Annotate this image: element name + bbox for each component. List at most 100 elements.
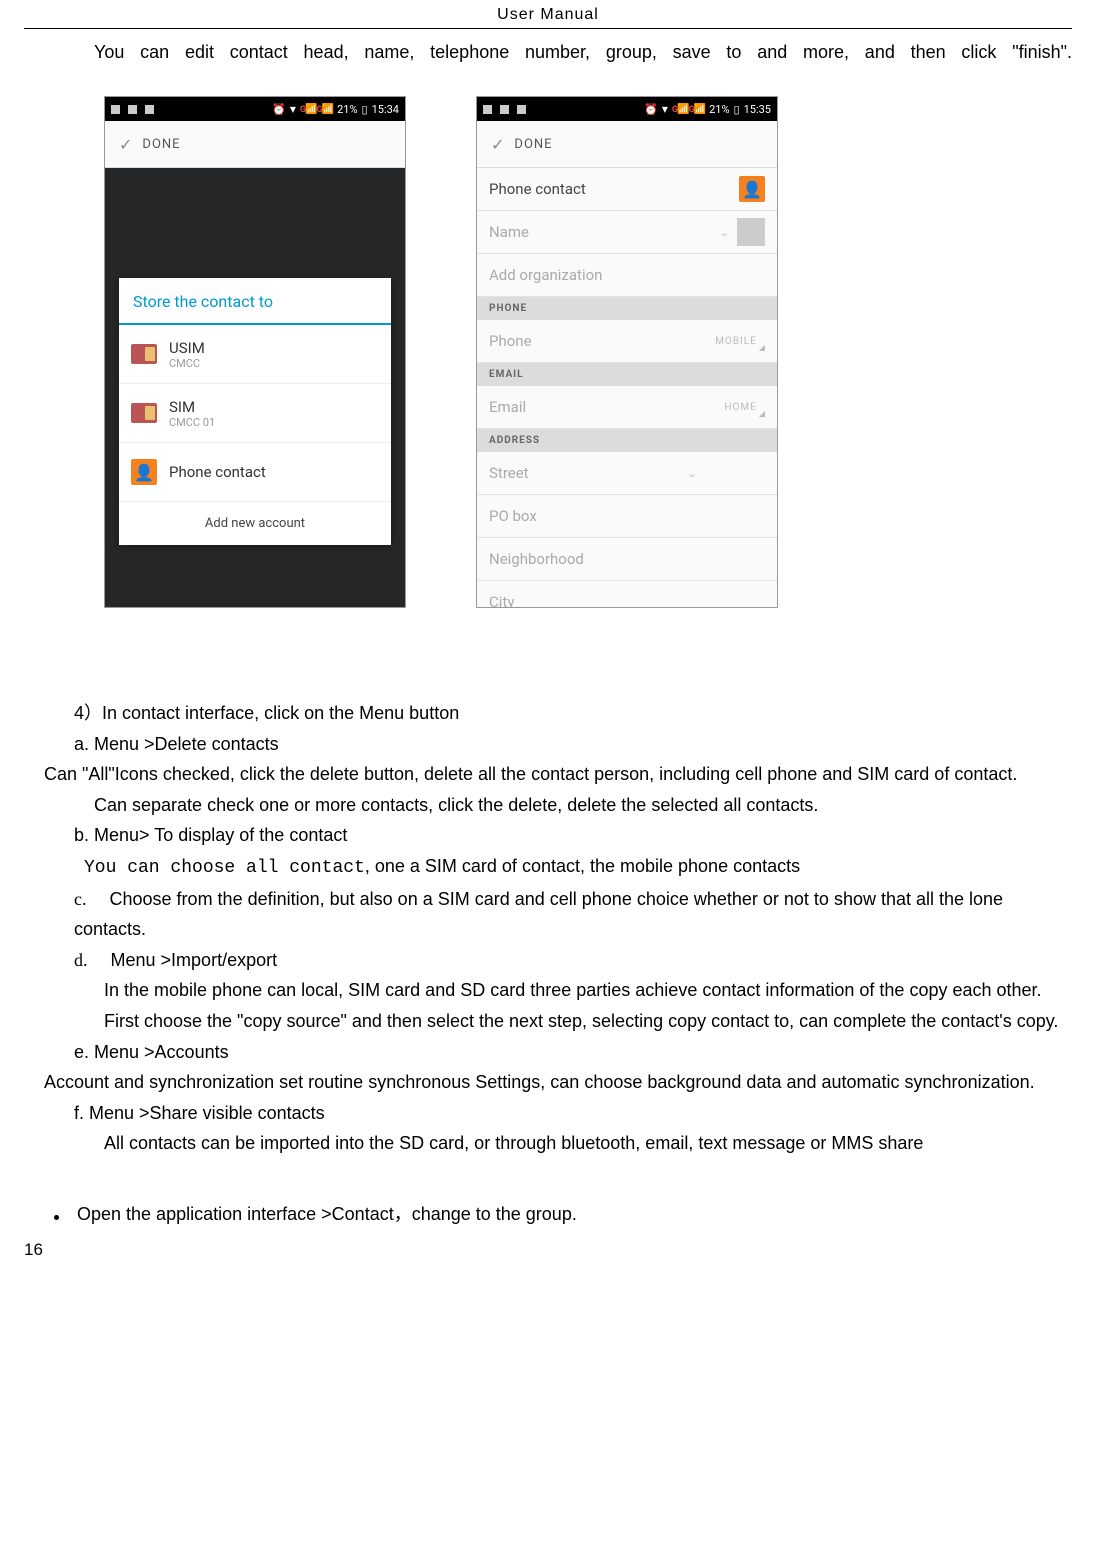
neighborhood-input[interactable]: Neighborhood bbox=[489, 550, 765, 568]
label: Phone contact bbox=[489, 180, 739, 198]
signal-icon: G📶G📶 bbox=[672, 104, 705, 115]
option-usim[interactable]: USIM CMCC bbox=[119, 325, 391, 384]
done-bar[interactable]: ✓ DONE bbox=[105, 121, 405, 168]
pobox-input[interactable]: PO box bbox=[489, 507, 765, 525]
row-pobox[interactable]: PO box bbox=[477, 495, 777, 538]
add-new-account[interactable]: Add new account bbox=[119, 502, 391, 545]
item-c: c. Choose from the definition, but also … bbox=[74, 884, 1072, 945]
status-icon bbox=[500, 105, 509, 114]
item-c-prefix: c. bbox=[74, 889, 87, 909]
clock: 15:34 bbox=[372, 103, 399, 116]
done-label: DONE bbox=[514, 137, 552, 152]
row-phone[interactable]: Phone MOBILE ◢ bbox=[477, 320, 777, 363]
status-bar: ⏰ ▾ G📶G📶 21% ▯ 15:34 bbox=[105, 97, 405, 121]
option-title: SIM bbox=[169, 398, 215, 416]
item-e: e. Menu >Accounts bbox=[74, 1037, 1072, 1068]
item-b-mono: You can choose all contact bbox=[84, 858, 365, 878]
option-title: USIM bbox=[169, 339, 205, 357]
doc-header: User Manual bbox=[24, 0, 1072, 29]
item-d-p2: First choose the "copy source" and then … bbox=[104, 1006, 1072, 1037]
item-a-p2: Can separate check one or more contacts,… bbox=[94, 795, 818, 815]
item-a: a. Menu >Delete contacts bbox=[74, 729, 1072, 760]
alarm-icon: ⏰ bbox=[644, 103, 658, 116]
item-b-prefix: b. Menu> bbox=[74, 825, 150, 845]
option-title: Phone contact bbox=[169, 463, 266, 481]
item-b-suffix: To display of the contact bbox=[150, 825, 348, 845]
item-b-rest: , one a SIM card of contact, the mobile … bbox=[365, 856, 800, 876]
sim-icon bbox=[131, 344, 157, 364]
clock: 15:35 bbox=[744, 103, 771, 116]
row-email[interactable]: Email HOME ◢ bbox=[477, 386, 777, 429]
sim-icon bbox=[131, 403, 157, 423]
row-neighborhood[interactable]: Neighborhood bbox=[477, 538, 777, 581]
bullet-open-app: Open the application interface >Contact，… bbox=[54, 1199, 1072, 1230]
contact-icon: 👤 bbox=[739, 176, 765, 202]
screenshots-row: ⏰ ▾ G📶G📶 21% ▯ 15:34 ✓ DONE Store the co… bbox=[104, 96, 1072, 608]
store-contact-modal: Store the contact to USIM CMCC SIM CMCC … bbox=[119, 278, 391, 545]
item-c-text: Choose from the definition, but also on … bbox=[74, 889, 1003, 940]
avatar-placeholder[interactable] bbox=[737, 218, 765, 246]
screenshot-store-contact: ⏰ ▾ G📶G📶 21% ▯ 15:34 ✓ DONE Store the co… bbox=[104, 96, 406, 608]
page-number: 16 bbox=[24, 1240, 1072, 1260]
street-input[interactable]: Street bbox=[489, 464, 682, 482]
status-icon bbox=[517, 105, 526, 114]
item-f: f. Menu >Share visible contacts bbox=[74, 1098, 1072, 1129]
battery-text: 21% bbox=[337, 103, 357, 116]
wifi-icon: ▾ bbox=[662, 102, 668, 116]
option-sub: CMCC 01 bbox=[169, 416, 215, 429]
status-icon bbox=[128, 105, 137, 114]
item-d: d. Menu >Import/export bbox=[74, 945, 1072, 976]
item-b: b. Menu> To display of the contact bbox=[74, 820, 1072, 851]
done-bar[interactable]: ✓ DONE bbox=[477, 121, 777, 168]
item-d-prefix: d. bbox=[74, 950, 88, 970]
section-phone: PHONE bbox=[477, 297, 777, 320]
dropdown-icon[interactable]: ◢ bbox=[759, 409, 765, 418]
done-label: DONE bbox=[142, 137, 180, 152]
city-input[interactable]: City bbox=[489, 593, 765, 608]
section-email: EMAIL bbox=[477, 363, 777, 386]
bullet-icon bbox=[54, 1215, 59, 1220]
contact-icon: 👤 bbox=[131, 459, 157, 485]
status-icon bbox=[145, 105, 154, 114]
status-bar: ⏰ ▾ G📶G📶 21% ▯ 15:35 bbox=[477, 97, 777, 121]
item-d-p1: In the mobile phone can local, SIM card … bbox=[104, 975, 1072, 1006]
screenshot-edit-contact: ⏰ ▾ G📶G📶 21% ▯ 15:35 ✓ DONE Phone contac… bbox=[476, 96, 778, 608]
check-icon: ✓ bbox=[119, 135, 132, 154]
intro-text: You can edit contact head, name, telepho… bbox=[94, 39, 1072, 66]
item-a-p1-wrap: Can "All"Icons checked, click the delete… bbox=[74, 759, 1072, 790]
row-phone-contact[interactable]: Phone contact 👤 bbox=[477, 168, 777, 211]
label: Add organization bbox=[489, 266, 765, 284]
battery-icon: ▯ bbox=[734, 103, 740, 116]
bullet-text: Open the application interface >Contact，… bbox=[77, 1199, 577, 1230]
chevron-down-icon[interactable]: ⌄ bbox=[720, 226, 729, 239]
option-sim[interactable]: SIM CMCC 01 bbox=[119, 384, 391, 443]
signal-icon: G📶G📶 bbox=[300, 104, 333, 115]
name-input[interactable]: Name bbox=[489, 223, 714, 241]
row-name[interactable]: Name ⌄ bbox=[477, 211, 777, 254]
item-a-p1: Can "All"Icons checked, click the delete… bbox=[24, 759, 1072, 790]
step-4: 4）In contact interface, click on the Men… bbox=[74, 698, 1072, 729]
modal-title: Store the contact to bbox=[119, 278, 391, 325]
status-icon bbox=[111, 105, 120, 114]
row-street[interactable]: Street ⌄ bbox=[477, 452, 777, 495]
battery-text: 21% bbox=[709, 103, 729, 116]
email-input[interactable]: Email bbox=[489, 398, 724, 416]
item-b-p1: You can choose all contact, one a SIM ca… bbox=[84, 851, 1072, 884]
row-add-org[interactable]: Add organization bbox=[477, 254, 777, 297]
alarm-icon: ⏰ bbox=[272, 103, 286, 116]
item-f-p1: All contacts can be imported into the SD… bbox=[104, 1128, 1072, 1159]
phone-input[interactable]: Phone bbox=[489, 332, 715, 350]
option-phone-contact[interactable]: 👤 Phone contact bbox=[119, 443, 391, 502]
status-icon bbox=[483, 105, 492, 114]
row-city[interactable]: City bbox=[477, 581, 777, 608]
item-d-label: Menu >Import/export bbox=[111, 950, 278, 970]
chevron-down-icon[interactable]: ⌄ bbox=[688, 467, 697, 480]
option-sub: CMCC bbox=[169, 357, 205, 370]
dropdown-icon[interactable]: ◢ bbox=[759, 343, 765, 352]
section-address: ADDRESS bbox=[477, 429, 777, 452]
check-icon: ✓ bbox=[491, 135, 504, 154]
phone-type[interactable]: MOBILE bbox=[715, 336, 757, 347]
wifi-icon: ▾ bbox=[290, 102, 296, 116]
body-text: 4）In contact interface, click on the Men… bbox=[24, 698, 1072, 1230]
email-type[interactable]: HOME bbox=[724, 402, 756, 413]
